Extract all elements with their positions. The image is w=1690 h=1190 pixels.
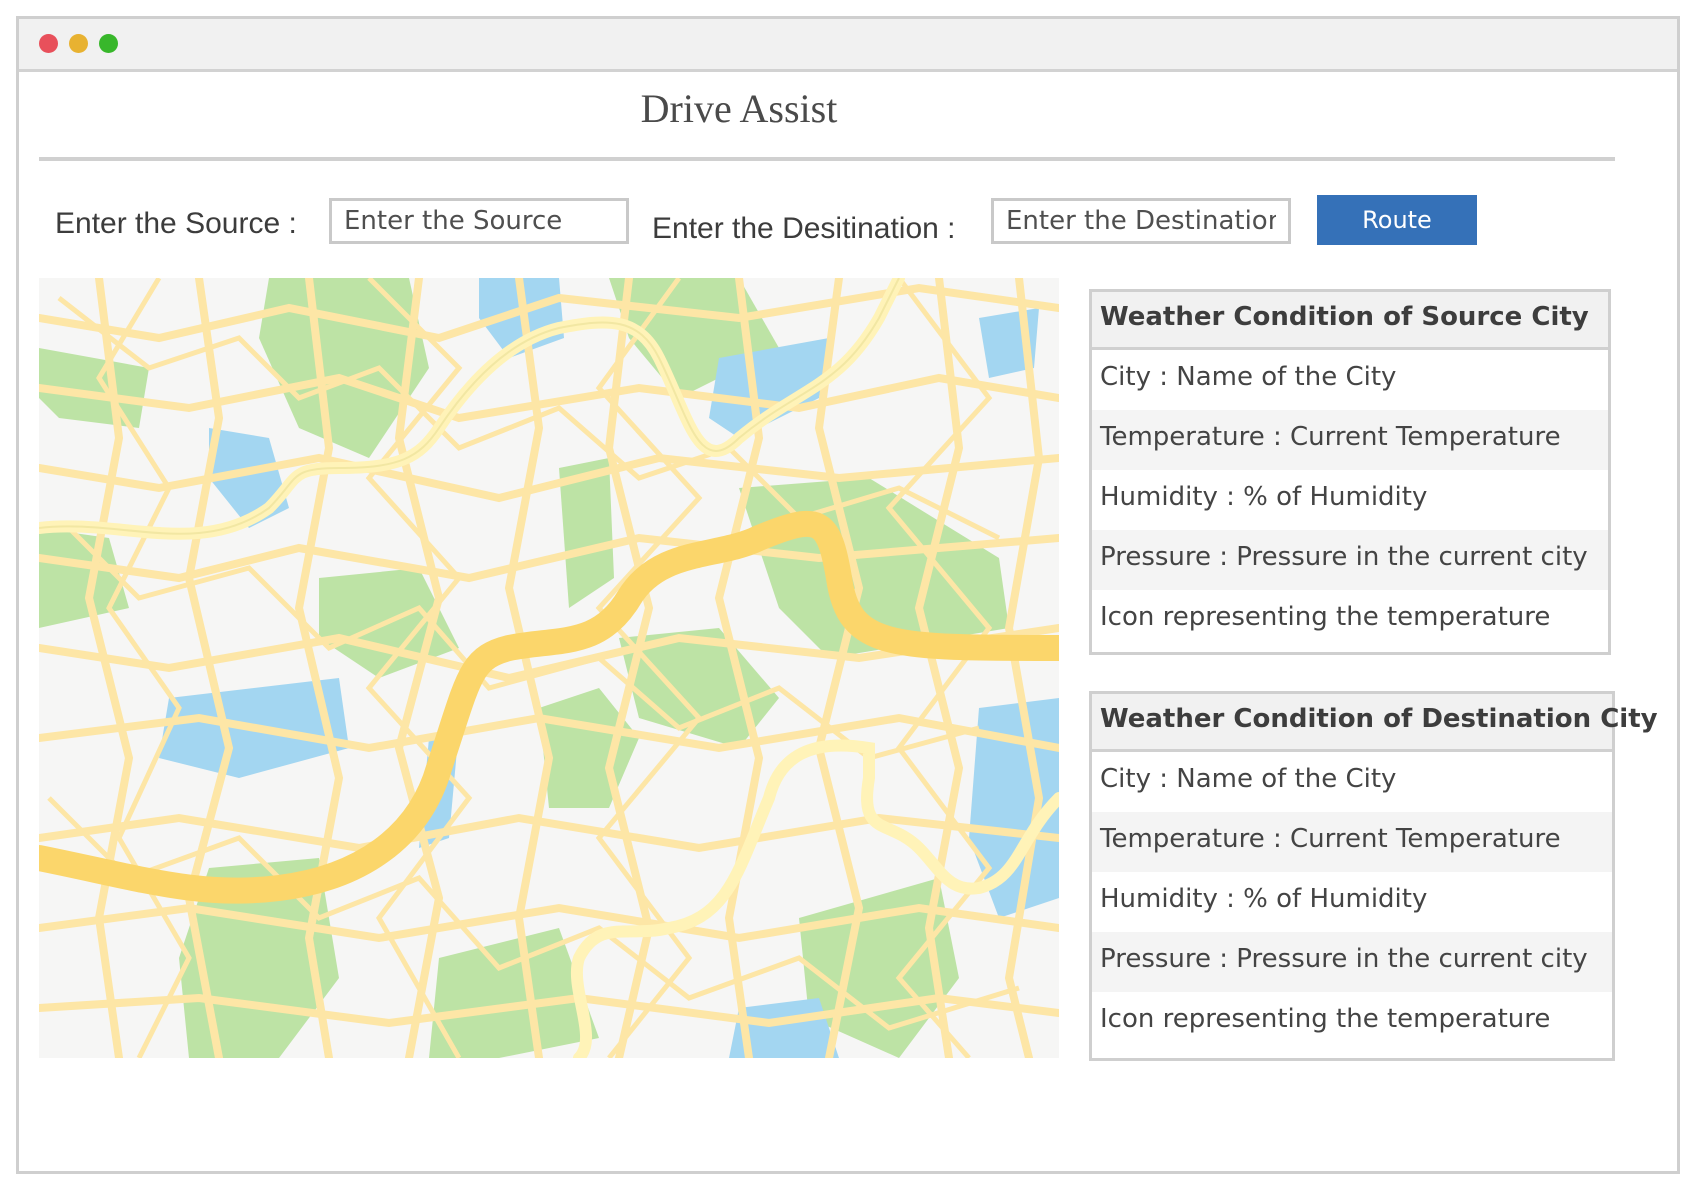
source-input[interactable]	[329, 198, 629, 244]
source-pressure-row: Pressure : Pressure in the current city	[1092, 530, 1608, 590]
source-weather-panel: Weather Condition of Source City City : …	[1089, 289, 1611, 655]
destination-weather-heading: Weather Condition of Destination City	[1092, 694, 1658, 752]
app-window: Drive Assist Enter the Source : Enter th…	[16, 16, 1680, 1174]
close-window-icon[interactable]	[39, 34, 58, 53]
source-city-row: City : Name of the City	[1100, 362, 1397, 392]
route-button[interactable]: Route	[1317, 195, 1477, 245]
map-graphic	[39, 278, 1059, 1058]
destination-weather-panel: Weather Condition of Destination City Ci…	[1089, 691, 1658, 1061]
destination-label: Enter the Desitination :	[652, 212, 956, 245]
destination-city-row: City : Name of the City	[1100, 764, 1397, 794]
source-weather-heading: Weather Condition of Source City	[1092, 292, 1608, 350]
source-icon-row: Icon representing the temperature	[1100, 602, 1551, 632]
destination-input[interactable]	[991, 198, 1291, 244]
window-titlebar	[19, 19, 1677, 72]
destination-icon-row: Icon representing the temperature	[1100, 1004, 1551, 1034]
destination-pressure-row: Pressure : Pressure in the current city	[1092, 932, 1612, 992]
minimize-window-icon[interactable]	[69, 34, 88, 53]
source-label: Enter the Source :	[55, 207, 297, 240]
title-divider	[39, 157, 1615, 161]
route-map[interactable]	[39, 278, 1059, 1058]
destination-humidity-row: Humidity : % of Humidity	[1100, 884, 1428, 914]
maximize-window-icon[interactable]	[99, 34, 118, 53]
source-humidity-row: Humidity : % of Humidity	[1100, 482, 1428, 512]
source-temperature-row: Temperature : Current Temperature	[1092, 410, 1608, 470]
destination-temperature-row: Temperature : Current Temperature	[1092, 812, 1612, 872]
page-title: Drive Assist	[640, 86, 838, 131]
